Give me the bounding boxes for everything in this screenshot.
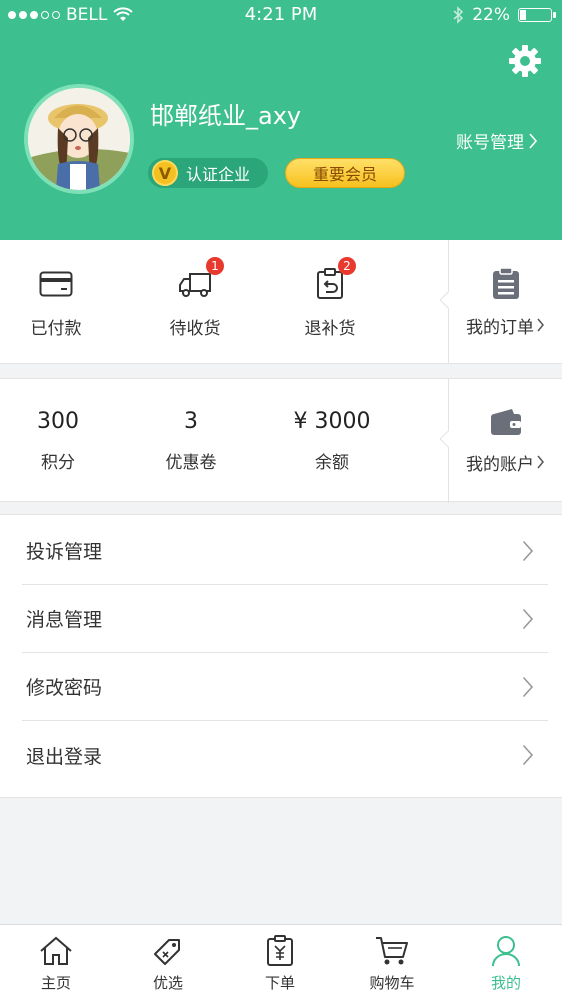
battery-icon bbox=[518, 8, 556, 22]
stat-points[interactable]: 300 积分 bbox=[0, 379, 126, 503]
certified-enterprise-badge: V 认证企业 bbox=[148, 158, 268, 188]
profile-header: BELL 4:21 PM 22% 邯郸纸业_axy V 认证企业 重要会员 账号… bbox=[0, 0, 562, 240]
chevron-right-icon bbox=[537, 455, 544, 469]
tab-label: 购物车 bbox=[369, 973, 415, 992]
balance-label: 余额 bbox=[315, 453, 349, 473]
cert-badge-label: 认证企业 bbox=[186, 165, 251, 184]
pending-receipt-badge: 1 bbox=[206, 256, 224, 275]
stat-coupons[interactable]: 3 优惠卷 bbox=[123, 379, 259, 503]
menu-item-label: 投诉管理 bbox=[26, 541, 103, 563]
menu-change-password[interactable]: 修改密码 bbox=[22, 653, 548, 721]
account-stats-panel: 300 积分 3 优惠卷 ¥ 3000 余额 我的账户 bbox=[0, 378, 562, 503]
tab-mine[interactable]: 我的 bbox=[450, 925, 562, 1000]
user-icon bbox=[492, 935, 520, 966]
order-pending-receipt[interactable]: 1 待收货 bbox=[127, 240, 263, 364]
coupons-value: 3 bbox=[184, 409, 198, 434]
menu-item-label: 退出登录 bbox=[26, 745, 103, 768]
returns-badge: 2 bbox=[338, 256, 356, 275]
status-right: 22% bbox=[452, 5, 556, 25]
order-pending-label: 待收货 bbox=[169, 318, 221, 339]
order-status-panel: 已付款 1 待收货 2 退补货 我的订单 bbox=[0, 240, 562, 364]
tab-home[interactable]: 主页 bbox=[0, 925, 112, 1000]
order-paid[interactable]: 已付款 bbox=[0, 240, 124, 364]
points-value: 300 bbox=[37, 409, 79, 434]
account-manage-label: 账号管理 bbox=[456, 133, 524, 153]
home-icon bbox=[40, 936, 72, 965]
avatar[interactable] bbox=[24, 84, 134, 194]
vip-member-badge: 重要会员 bbox=[285, 158, 405, 188]
clipboard-icon bbox=[492, 266, 519, 299]
cart-icon bbox=[376, 936, 408, 964]
chevron-right-icon bbox=[522, 744, 534, 766]
menu-logout[interactable]: 退出登录 bbox=[22, 721, 548, 789]
card-icon bbox=[39, 271, 73, 296]
my-account-link[interactable]: 我的账户 bbox=[439, 379, 562, 503]
chevron-right-icon bbox=[537, 318, 544, 332]
stat-balance[interactable]: ¥ 3000 余额 bbox=[264, 379, 400, 503]
avatar-illustration bbox=[28, 88, 130, 190]
points-label: 积分 bbox=[41, 453, 75, 473]
my-account-label: 我的账户 bbox=[466, 454, 534, 475]
settings-menu: 投诉管理 消息管理 修改密码 退出登录 bbox=[0, 514, 562, 798]
order-returns[interactable]: 2 退补货 bbox=[262, 240, 398, 364]
vip-badge-label: 重要会员 bbox=[312, 165, 377, 184]
tab-label: 优选 bbox=[152, 973, 183, 992]
chevron-right-icon bbox=[522, 540, 534, 561]
menu-messages[interactable]: 消息管理 bbox=[22, 585, 548, 653]
my-orders-link[interactable]: 我的订单 bbox=[439, 240, 562, 364]
tab-label: 我的 bbox=[490, 973, 521, 992]
balance-value: ¥ 3000 bbox=[293, 409, 371, 434]
menu-complaints[interactable]: 投诉管理 bbox=[22, 517, 548, 585]
tab-label: 下单 bbox=[264, 973, 295, 992]
tag-icon bbox=[154, 938, 180, 965]
truck-icon bbox=[179, 272, 211, 297]
menu-item-label: 消息管理 bbox=[26, 609, 103, 631]
username: 邯郸纸业_axy bbox=[150, 102, 302, 130]
coupons-label: 优惠卷 bbox=[165, 453, 217, 473]
bottom-tab-bar: 主页 优选 下单 购物车 我的 bbox=[0, 924, 562, 1000]
chevron-right-icon bbox=[529, 132, 538, 149]
v-badge-icon: V bbox=[152, 160, 178, 186]
chevron-right-icon bbox=[522, 676, 534, 697]
order-returns-label: 退补货 bbox=[304, 318, 356, 339]
account-manage-link[interactable]: 账号管理 bbox=[456, 128, 538, 153]
tab-featured[interactable]: 优选 bbox=[112, 925, 224, 1000]
order-paid-label: 已付款 bbox=[30, 318, 82, 339]
wallet-icon bbox=[490, 408, 521, 435]
my-orders-label: 我的订单 bbox=[466, 317, 534, 338]
menu-item-label: 修改密码 bbox=[26, 677, 103, 699]
tab-order[interactable]: 下单 bbox=[224, 925, 336, 1000]
battery-percent: 22% bbox=[472, 5, 510, 25]
tab-cart[interactable]: 购物车 bbox=[336, 925, 448, 1000]
chevron-right-icon bbox=[522, 608, 534, 629]
order-icon bbox=[267, 934, 293, 966]
bluetooth-icon bbox=[453, 6, 464, 24]
gear-icon[interactable] bbox=[508, 44, 542, 78]
tab-label: 主页 bbox=[40, 973, 71, 992]
status-bar: BELL 4:21 PM 22% bbox=[0, 0, 562, 30]
